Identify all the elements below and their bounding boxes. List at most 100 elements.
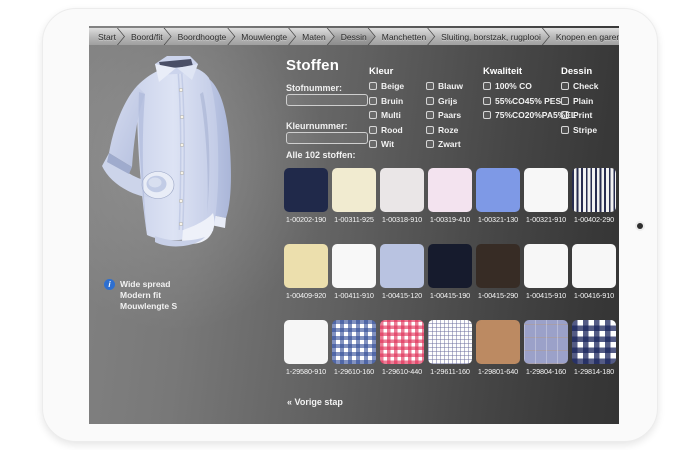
- fabric-cell: 1-29610-440: [380, 320, 424, 376]
- fabric-swatch[interactable]: [476, 320, 520, 364]
- fabric-swatch[interactable]: [284, 244, 328, 288]
- kleur-group-title: Kleur: [369, 66, 393, 77]
- shirt-info: i Wide spread Modern fit Mouwlengte S: [104, 279, 177, 312]
- filter-wit[interactable]: Wit: [369, 139, 404, 149]
- filter-beige[interactable]: Beige: [369, 81, 404, 91]
- fabric-swatch[interactable]: [572, 244, 616, 288]
- checkbox: [369, 82, 377, 90]
- checkbox: [483, 82, 491, 90]
- info-icon[interactable]: i: [104, 279, 115, 290]
- checkbox: [426, 111, 434, 119]
- checkbox: [369, 126, 377, 134]
- tablet-frame: Start Boord/fit Boordhoogte Mouwlengte M…: [42, 8, 658, 442]
- step-knopen-en-garens[interactable]: Knopen en garens: [543, 28, 619, 45]
- fabric-swatch[interactable]: [284, 320, 328, 364]
- fabric-swatch[interactable]: [476, 244, 520, 288]
- fabric-swatch[interactable]: [428, 244, 472, 288]
- previous-step-link[interactable]: « Vorige stap: [287, 397, 343, 407]
- fabric-cell: 1-29801-640: [476, 320, 520, 376]
- kleur-column-2: Blauw Grijs Paars Roze Zwart: [426, 81, 463, 149]
- home-button[interactable]: [637, 223, 643, 229]
- checkbox: [561, 82, 569, 90]
- step-boordhoogte[interactable]: Boordhoogte: [165, 28, 235, 45]
- results-count-label: Alle 102 stoffen:: [286, 150, 356, 160]
- fabric-cell: 1-29610-160: [332, 320, 376, 376]
- checkbox: [426, 126, 434, 134]
- dessin-column: Check Plain Print Stripe: [561, 81, 599, 135]
- fabric-cell: 1-00318-910: [380, 168, 424, 224]
- configurator-screen: Start Boord/fit Boordhoogte Mouwlengte M…: [89, 26, 619, 424]
- fabric-swatch[interactable]: [428, 168, 472, 212]
- kleur-column-1: Beige Bruin Multi Rood Wit: [369, 81, 404, 149]
- filter-blauw[interactable]: Blauw: [426, 81, 463, 91]
- info-collar: Wide spread: [120, 279, 177, 290]
- fabric-cell: 1-00415-120: [380, 244, 424, 300]
- filter-paars[interactable]: Paars: [426, 110, 463, 120]
- checkbox: [369, 140, 377, 148]
- fabric-cell: 1-00411-910: [332, 244, 376, 300]
- fabric-cell: 1-29804-160: [524, 320, 568, 376]
- kwaliteit-group-title: Kwaliteit: [483, 66, 522, 77]
- fabric-swatch-gingham-navy[interactable]: [572, 320, 616, 364]
- kleurnummer-label: Kleurnummer:: [286, 121, 348, 131]
- checkbox: [561, 111, 569, 119]
- fabric-cell: 1-00415-190: [428, 244, 472, 300]
- filter-multi[interactable]: Multi: [369, 110, 404, 120]
- step-sluiting-borstzak-rugplooi[interactable]: Sluiting, borstzak, rugplooi: [428, 28, 549, 45]
- page-title: Stoffen: [286, 57, 339, 74]
- filter-roze[interactable]: Roze: [426, 125, 463, 135]
- stofnummer-input[interactable]: [286, 94, 368, 106]
- checkbox: [483, 97, 491, 105]
- checkbox: [483, 111, 491, 119]
- fabric-swatch[interactable]: [476, 168, 520, 212]
- fabric-swatch-gingham-blue[interactable]: [332, 320, 376, 364]
- filter-print[interactable]: Print: [561, 110, 599, 120]
- step-boord-fit[interactable]: Boord/fit: [118, 28, 171, 45]
- dessin-group-title: Dessin: [561, 66, 592, 77]
- step-dessin-active[interactable]: Dessin: [328, 28, 375, 45]
- filter-bruin[interactable]: Bruin: [369, 96, 404, 106]
- step-manchetten[interactable]: Manchetten: [369, 28, 434, 45]
- stofnummer-label: Stofnummer:: [286, 83, 342, 93]
- fabric-cell: 1-29580-910: [284, 320, 328, 376]
- fabric-swatch[interactable]: [332, 244, 376, 288]
- fabric-grid: 1-00202-190 1-00311-925 1-00318-910 1-00…: [284, 168, 616, 376]
- fabric-swatch-gingham-red[interactable]: [380, 320, 424, 364]
- checkbox: [561, 97, 569, 105]
- checkbox: [561, 126, 569, 134]
- fabric-cell: 1-00409-920: [284, 244, 328, 300]
- fabric-swatch-striped[interactable]: [572, 168, 616, 212]
- fabric-cell: 1-00321-910: [524, 168, 568, 224]
- fabric-cell: 1-00319-410: [428, 168, 472, 224]
- fabric-swatch[interactable]: [524, 168, 568, 212]
- step-mouwlengte[interactable]: Mouwlengte: [228, 28, 295, 45]
- filter-zwart[interactable]: Zwart: [426, 139, 463, 149]
- filter-stripe[interactable]: Stripe: [561, 125, 599, 135]
- checkbox: [369, 111, 377, 119]
- fabric-cell: 1-00311-925: [332, 168, 376, 224]
- info-fit: Modern fit: [120, 290, 177, 301]
- filter-grijs[interactable]: Grijs: [426, 96, 463, 106]
- step-start[interactable]: Start: [89, 28, 124, 45]
- checkbox: [426, 140, 434, 148]
- fabric-swatch[interactable]: [380, 244, 424, 288]
- kleurnummer-input[interactable]: [286, 132, 368, 144]
- fabric-cell: 1-00202-190: [284, 168, 328, 224]
- filter-plain[interactable]: Plain: [561, 96, 599, 106]
- fabric-swatch[interactable]: [380, 168, 424, 212]
- fabric-cell: 1-00321-130: [476, 168, 520, 224]
- filter-rood[interactable]: Rood: [369, 125, 404, 135]
- fabric-swatch[interactable]: [524, 244, 568, 288]
- breadcrumb: Start Boord/fit Boordhoogte Mouwlengte M…: [89, 28, 619, 45]
- fabric-swatch-graph-check[interactable]: [428, 320, 472, 364]
- info-sleeve-length: Mouwlengte S: [120, 301, 177, 312]
- fabric-swatch[interactable]: [332, 168, 376, 212]
- step-maten[interactable]: Maten: [289, 28, 334, 45]
- fabric-swatch[interactable]: [284, 168, 328, 212]
- fabric-cell: 1-29611-160: [428, 320, 472, 376]
- filter-check[interactable]: Check: [561, 81, 599, 91]
- fabric-swatch-chambray[interactable]: [524, 320, 568, 364]
- checkbox: [369, 97, 377, 105]
- fabric-cell: 1-00415-290: [476, 244, 520, 300]
- fabric-cell: 1-29814-180: [572, 320, 616, 376]
